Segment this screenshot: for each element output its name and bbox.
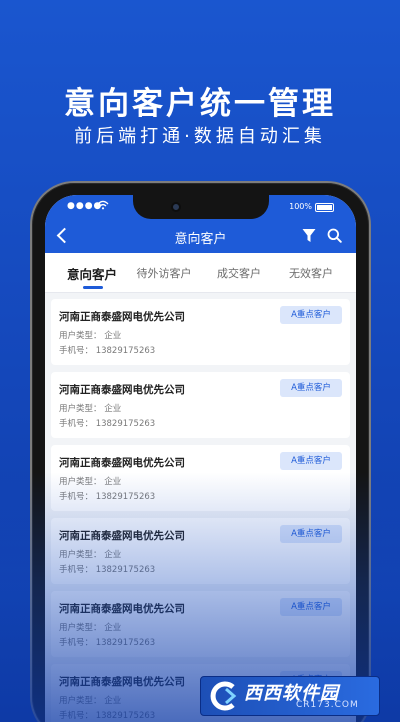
camera-icon (170, 202, 181, 212)
customer-phone: 手机号： 13829175263 (59, 346, 156, 356)
customer-card[interactable]: 河南正商泰盛网电优先公司 用户类型： 企业 手机号： 13829175263 A… (51, 445, 350, 511)
customer-phone: 手机号： 13829175263 (59, 492, 156, 502)
phone-notch (132, 195, 269, 219)
promo-title: 意向客户统一管理 (64, 86, 336, 122)
customer-card[interactable]: 河南正商泰盛网电优先公司 用户类型： 企业 手机号： 13829175263 A… (51, 518, 350, 584)
customer-phone: 手机号： 13829175263 (59, 711, 156, 721)
tab-pending-visit[interactable]: 待外访客户 (129, 265, 199, 281)
priority-badge: A重点客户 (280, 525, 342, 543)
active-tab-indicator (83, 286, 103, 289)
priority-badge: A重点客户 (280, 379, 342, 397)
battery-percent: 100% (289, 202, 312, 211)
tab-invalid-customers[interactable]: 无效客户 (276, 265, 346, 281)
phone-frame: ●●●● 100% 意向客户 意向客户 待外访客户 成交客户 无效客户 河南正商… (30, 181, 371, 722)
company-name: 河南正商泰盛网电优先公司 (59, 311, 185, 323)
priority-badge: A重点客户 (280, 598, 342, 616)
priority-badge: A重点客户 (280, 452, 342, 470)
customer-type: 用户类型： 企业 (59, 404, 122, 414)
customer-card[interactable]: 河南正商泰盛网电优先公司 用户类型： 企业 手机号： 13829175263 A… (51, 372, 350, 438)
customer-type: 用户类型： 企业 (59, 477, 122, 487)
tab-closed-customers[interactable]: 成交客户 (204, 265, 274, 281)
company-name: 河南正商泰盛网电优先公司 (59, 384, 185, 396)
customer-type: 用户类型： 企业 (59, 696, 122, 706)
customer-type: 用户类型： 企业 (59, 331, 122, 341)
customer-type: 用户类型： 企业 (59, 550, 122, 560)
customer-phone: 手机号： 13829175263 (59, 419, 156, 429)
priority-badge: A重点客户 (280, 306, 342, 324)
customer-type: 用户类型： 企业 (59, 623, 122, 633)
battery-icon (315, 203, 334, 212)
customer-card[interactable]: 河南正商泰盛网电优先公司 用户类型： 企业 手机号： 13829175263 A… (51, 591, 350, 657)
app-screen: ●●●● 100% 意向客户 意向客户 待外访客户 成交客户 无效客户 河南正商… (45, 195, 356, 722)
promo-subtitle: 前后端打通·数据自动汇集 (74, 126, 326, 147)
search-icon[interactable] (327, 228, 342, 243)
company-name: 河南正商泰盛网电优先公司 (59, 676, 185, 688)
filter-icon[interactable] (302, 228, 316, 244)
customer-list: 河南正商泰盛网电优先公司 用户类型： 企业 手机号： 13829175263 A… (45, 299, 356, 722)
customer-phone: 手机号： 13829175263 (59, 565, 156, 575)
customer-phone: 手机号： 13829175263 (59, 638, 156, 648)
tab-intent-customers[interactable]: 意向客户 (57, 264, 127, 283)
company-name: 河南正商泰盛网电优先公司 (59, 603, 185, 615)
wifi-icon (97, 200, 109, 213)
watermark-domain: CR173.COM (296, 700, 359, 710)
tab-bar: 意向客户 待外访客户 成交客户 无效客户 (45, 253, 356, 293)
watermark-logo-icon (206, 679, 240, 713)
company-name: 河南正商泰盛网电优先公司 (59, 457, 185, 469)
site-watermark: 西西软件园 CR173.COM (200, 676, 380, 716)
nav-bar: 意向客户 (45, 225, 356, 249)
customer-card[interactable]: 河南正商泰盛网电优先公司 用户类型： 企业 手机号： 13829175263 A… (51, 299, 350, 365)
company-name: 河南正商泰盛网电优先公司 (59, 530, 185, 542)
